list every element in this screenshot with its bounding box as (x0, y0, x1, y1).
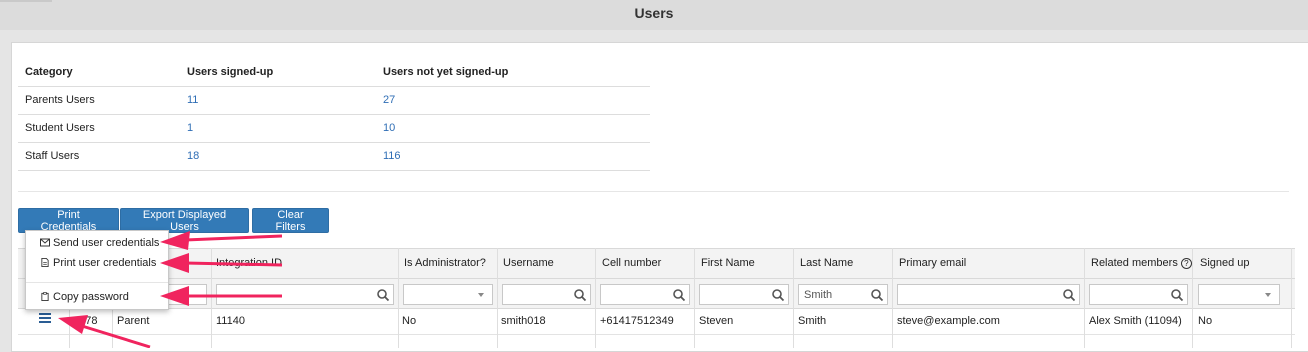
annotation-arrow (160, 286, 282, 306)
annotation-arrow (58, 315, 151, 348)
annotation-arrow (160, 231, 283, 250)
annotation-arrows (58, 231, 283, 348)
annotation-arrow (160, 253, 283, 273)
